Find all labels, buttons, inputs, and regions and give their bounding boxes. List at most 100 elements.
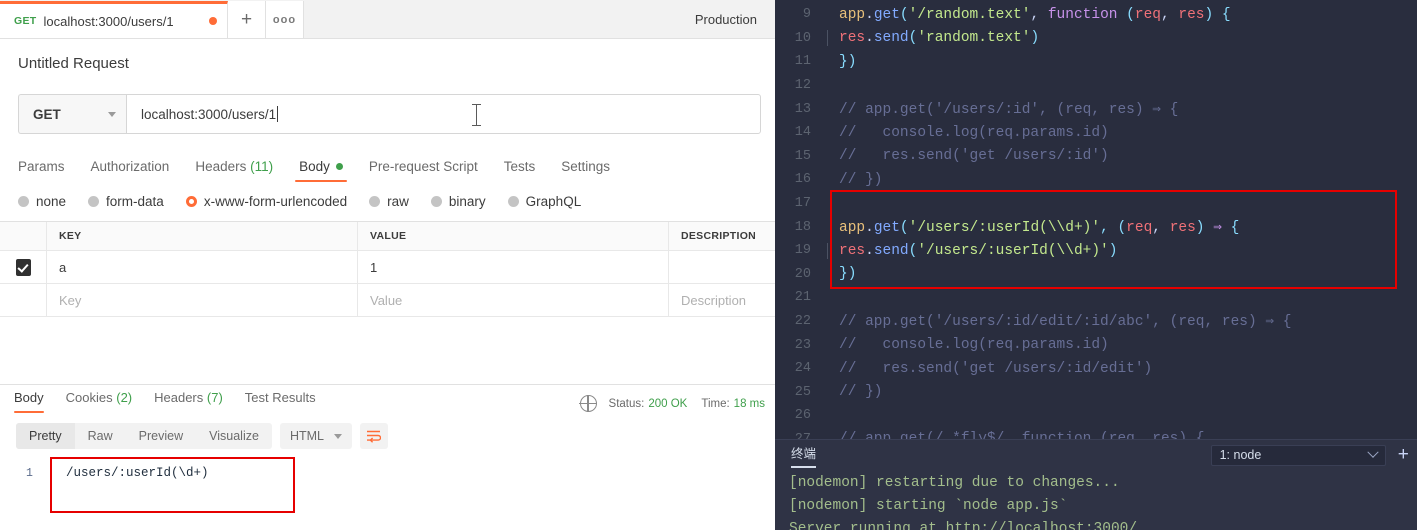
text-caret — [277, 106, 279, 122]
code-line[interactable]: 13 // app.get('/users/:id', (req, res) ⇒ … — [775, 97, 1417, 121]
code-line[interactable]: 21 — [775, 286, 1417, 310]
line-number: 18 — [794, 219, 811, 235]
code-line[interactable]: 19 res.send('/users/:userId(\\d+)') — [775, 239, 1417, 263]
status-badge: 200 OK — [648, 397, 688, 410]
view-mode-visualize[interactable]: Visualize — [196, 423, 272, 449]
code-line[interactable]: 23 // console.log(req.params.id) — [775, 333, 1417, 357]
code-line[interactable]: 10 res.send('random.text') — [775, 27, 1417, 51]
terminal-line: Server running at http://localhost:3000/ — [789, 521, 1138, 530]
url-input[interactable]: localhost:3000/users/1 — [126, 94, 761, 134]
request-subtabs: Params Authorization Headers (11) Body P… — [18, 152, 775, 182]
request-tab[interactable]: GET localhost:3000/users/1 — [0, 1, 228, 38]
code-line[interactable]: 12 — [775, 74, 1417, 98]
screen-root: GET localhost:3000/users/1 + ooo Product… — [0, 0, 1417, 530]
response-tab-body[interactable]: Body — [14, 390, 44, 413]
request-tab-url: localhost:3000/users/1 — [43, 13, 174, 29]
response-tab-cookies[interactable]: Cookies (2) — [66, 390, 132, 413]
terminal-line: [nodemon] starting `node app.js` — [789, 498, 1068, 514]
response-tab-test-results[interactable]: Test Results — [245, 390, 316, 413]
body-type-graphql[interactable]: GraphQL — [507, 194, 582, 209]
new-tab-button[interactable]: + — [228, 1, 266, 38]
body-type-binary-label: binary — [448, 194, 486, 209]
http-method-select[interactable]: GET — [18, 94, 126, 134]
code-line-content: app.get('/random.text', function (req, r… — [839, 6, 1231, 23]
response-tab-body-label: Body — [14, 390, 44, 405]
code-line[interactable]: 14 // console.log(req.params.id) — [775, 121, 1417, 145]
code-line[interactable]: 11}) — [775, 50, 1417, 74]
tab-settings[interactable]: Settings — [561, 159, 626, 182]
new-terminal-button[interactable]: + — [1398, 445, 1409, 465]
response-tab-headers-count: (7) — [206, 390, 223, 405]
code-line[interactable]: 16 // }) — [775, 168, 1417, 192]
code-line-content: app.get('/users/:userId(\\d+)', (req, re… — [839, 219, 1240, 236]
url-input-value: localhost:3000/users/1 — [141, 106, 277, 122]
code-line[interactable]: 17 — [775, 192, 1417, 216]
code-line-content: // console.log(req.params.id) — [839, 124, 1109, 141]
word-wrap-button[interactable] — [359, 423, 388, 449]
tab-authorization[interactable]: Authorization — [91, 159, 186, 182]
chevron-down-icon — [333, 433, 342, 439]
word-wrap-icon — [367, 430, 382, 443]
view-mode-pretty[interactable]: Pretty — [16, 423, 75, 449]
body-type-form-data[interactable]: form-data — [88, 194, 164, 209]
terminal-panel: 终端 1: node + [nodemon] restarting due to… — [775, 439, 1417, 530]
line-number: 9 — [802, 7, 811, 23]
environment-selector[interactable]: Production — [682, 6, 769, 33]
response-tab-test-results-label: Test Results — [244, 390, 316, 405]
tab-options-button[interactable]: ooo — [266, 1, 304, 38]
radio-icon — [369, 196, 381, 207]
tab-pre-request-script[interactable]: Pre-request Script — [369, 159, 494, 182]
body-type-raw[interactable]: raw — [369, 194, 409, 209]
body-type-urlencoded-label: x-www-form-urlencoded — [203, 194, 348, 209]
terminal-instance-select[interactable]: 1: node — [1210, 444, 1386, 466]
chevron-down-icon — [1366, 446, 1379, 458]
code-line[interactable]: 26 — [775, 404, 1417, 428]
view-mode-preview[interactable]: Preview — [126, 423, 196, 449]
response-tab-headers[interactable]: Headers (7) — [154, 390, 223, 413]
line-number: 12 — [794, 78, 811, 94]
code-editor[interactable]: 9 app.get('/random.text', function (req, … — [775, 0, 1417, 440]
row-value-value[interactable]: 1 — [370, 260, 377, 275]
body-type-binary[interactable]: binary — [430, 194, 486, 209]
placeholder-value[interactable]: Value — [370, 293, 402, 308]
environment-area: Production — [682, 1, 775, 38]
tab-body[interactable]: Body — [295, 159, 359, 182]
checkbox-checked-icon[interactable] — [15, 258, 31, 276]
tab-tests[interactable]: Tests — [504, 159, 552, 182]
table-row[interactable]: a 1 — [0, 251, 775, 284]
body-type-urlencoded[interactable]: x-www-form-urlencoded — [185, 194, 348, 209]
view-mode-raw[interactable]: Raw — [75, 423, 126, 449]
globe-icon — [579, 394, 597, 413]
terminal-tab-label: 终端 — [791, 446, 817, 461]
time-label: Time: — [701, 397, 730, 410]
body-type-graphql-label: GraphQL — [525, 194, 582, 209]
code-line[interactable]: 25 // }) — [775, 381, 1417, 405]
code-line[interactable]: 15 // res.send('get /users/:id') — [775, 145, 1417, 169]
code-line[interactable]: 22 // app.get('/users/:id/edit/:id/abc', … — [775, 310, 1417, 334]
code-line[interactable]: 9 app.get('/random.text', function (req, … — [775, 3, 1417, 27]
code-line-content: res.send('random.text') — [827, 30, 1039, 47]
body-type-none[interactable]: none — [18, 194, 66, 209]
terminal-tab[interactable]: 终端 — [791, 443, 817, 468]
placeholder-key[interactable]: Key — [59, 293, 81, 308]
code-line-content: // app.get('/users/:id/edit/:id/abc', (r… — [839, 314, 1292, 331]
response-tab-headers-label: Headers — [154, 390, 204, 405]
tab-params[interactable]: Params — [18, 159, 81, 182]
code-line[interactable]: 20}) — [775, 263, 1417, 287]
row-key-value[interactable]: a — [59, 260, 66, 275]
line-number: 26 — [794, 408, 811, 424]
code-line[interactable]: 18 app.get('/users/:userId(\\d+)', (req, … — [775, 215, 1417, 239]
table-placeholder-row[interactable]: Key Value Description — [0, 284, 775, 317]
placeholder-description[interactable]: Description — [681, 293, 746, 308]
response-body-text[interactable]: /users/:userId(\d+) — [66, 466, 209, 480]
tab-pre-request-script-label: Pre-request Script — [368, 159, 478, 174]
response-line-number: 1 — [26, 467, 33, 480]
tab-headers[interactable]: Headers (11) — [195, 159, 289, 182]
placeholder-checkbox-cell[interactable] — [0, 284, 47, 316]
response-format-select[interactable]: HTML — [279, 423, 352, 449]
code-line-content: // res.send('get /users/:id/edit') — [839, 360, 1153, 377]
line-number: 16 — [794, 172, 811, 188]
row-checkbox-cell[interactable] — [0, 251, 47, 283]
code-line[interactable]: 24 // res.send('get /users/:id/edit') — [775, 357, 1417, 381]
unsaved-dot-icon — [209, 17, 217, 25]
